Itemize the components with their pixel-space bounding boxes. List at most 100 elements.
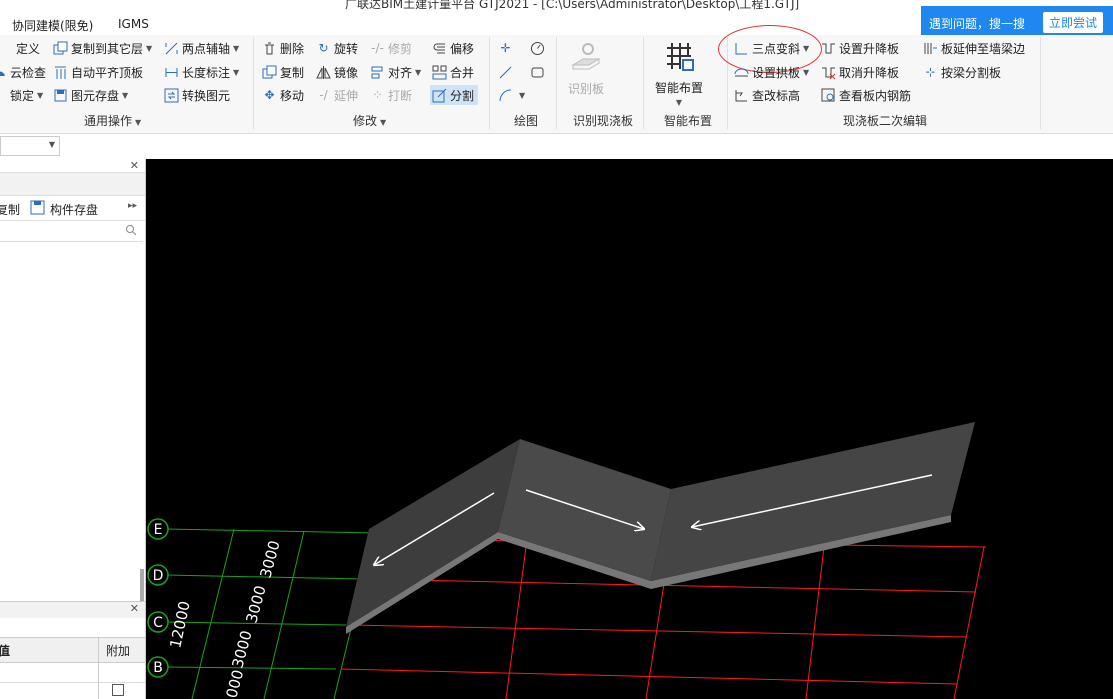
chevron-down-icon: ▼ [135, 118, 142, 127]
extend-icon: -/ [319, 88, 328, 102]
define-button[interactable]: 定义 [0, 38, 40, 58]
align-button[interactable]: 对齐 ▼ [370, 62, 421, 82]
copy-button[interactable]: 复制 [262, 62, 304, 82]
auto-flat-top-button[interactable]: 自动平齐顶板 [53, 62, 143, 82]
raise-icon [821, 41, 836, 56]
mirror-button[interactable]: 镜像 [316, 62, 358, 82]
lock-icon [0, 88, 7, 103]
split-by-beam-button[interactable]: ⊹ 按梁分割板 [923, 62, 1001, 82]
split-button[interactable]: 分割 [430, 85, 479, 105]
draw-line-button[interactable] [498, 62, 516, 82]
chevron-down-icon: ▼ [233, 67, 240, 77]
trim-button[interactable]: -/- 修剪 [370, 38, 412, 58]
elevation-icon [734, 88, 749, 103]
chevron-down-icon: ▼ [675, 98, 683, 107]
point-icon: ✛ [500, 41, 511, 55]
group-label-draw: 绘图 [514, 114, 539, 128]
lock-button[interactable]: 锁定 ▼ [0, 85, 43, 105]
move-icon: ✥ [264, 88, 275, 102]
cancel-raise-button[interactable]: 取消升降板 [821, 62, 899, 82]
extra-column-header: 附加 [106, 644, 131, 658]
sloped-slab [346, 422, 975, 634]
drawing-canvas[interactable]: E D C B 3000 3000 3000 000 12000 [146, 159, 1113, 699]
extend-to-wall-button[interactable]: 板延伸至墙梁边 [923, 38, 1025, 58]
convert-element-button[interactable]: 转换图元 [164, 85, 230, 105]
trash-icon [262, 41, 277, 56]
delete-button[interactable]: 删除 [262, 38, 304, 58]
split-icon [432, 88, 447, 103]
group-separator [1040, 37, 1041, 129]
menu-item-igms[interactable]: IGMS [118, 17, 149, 31]
draw-arc-button[interactable]: ▼ [498, 85, 525, 105]
copy-floor-icon [53, 41, 68, 56]
try-now-button[interactable]: 立即尝试 [1043, 12, 1104, 33]
edit-elevation-button[interactable]: 查改标高 [734, 85, 800, 105]
draw-point-button[interactable]: ✛ [498, 38, 516, 58]
dim-label: 12000 [166, 599, 194, 649]
component-toolbar: 复制 构件存盘 ▸▸ [0, 196, 145, 221]
extend-wall-icon [923, 41, 938, 56]
merge-icon [432, 65, 447, 80]
set-arch-button[interactable]: 设置拱板 ▼ [734, 62, 809, 82]
cloud-check-button[interactable]: ☁云检查 [0, 62, 46, 82]
copy-icon [262, 65, 277, 80]
dimension-labels: 3000 3000 3000 000 12000 [166, 538, 283, 699]
copy-component-button[interactable]: 复制 [0, 201, 20, 218]
svg-text:D: D [153, 568, 164, 584]
view-rebar-button[interactable]: 查看板内钢筋 [821, 85, 911, 105]
break-icon: ⁘ [372, 88, 383, 102]
value-column-header: 值 [0, 644, 11, 658]
component-save-icon [30, 200, 45, 218]
close-icon[interactable]: ✕ [130, 602, 139, 615]
rectangle-icon [530, 65, 545, 80]
extra-checkbox[interactable] [112, 684, 124, 696]
element-save-button[interactable]: 图元存盘 ▼ [53, 85, 128, 105]
axis-marker-d: D [147, 564, 169, 586]
rebar-view-icon [821, 88, 836, 103]
set-raise-button[interactable]: 设置升降板 [821, 38, 899, 58]
drawing-viewport[interactable]: E D C B 3000 3000 3000 000 12000 [146, 159, 1113, 699]
chevron-down-icon: ▼ [146, 43, 153, 53]
group-label-general[interactable]: 通用操作 ▼ [84, 112, 141, 129]
axis-marker-c: C [147, 611, 169, 633]
draw-rotate-point-button[interactable] [530, 38, 548, 58]
save-icon [53, 88, 68, 103]
component-save-button[interactable]: 构件存盘 [50, 201, 98, 218]
svg-text:E: E [154, 522, 163, 538]
rotate-button[interactable]: ↻ 旋转 [316, 38, 358, 58]
ribbon: 定义 ☁云检查 锁定▼ 复制到其它层▼ 自动平齐顶板 图元存盘▼ 两点辅轴▼ 长… [0, 25, 1113, 134]
panel-header [0, 172, 145, 196]
extend-button[interactable]: -/延伸 [316, 85, 358, 105]
dim-label: 3000 [242, 583, 269, 625]
arc-icon [498, 88, 513, 103]
offset-button[interactable]: 偏移 [432, 38, 474, 58]
search-icon [125, 224, 137, 239]
break-button[interactable]: ⁘ 打断 [370, 85, 412, 105]
cancel-raise-icon [821, 65, 836, 80]
smart-layout-button[interactable]: 智能布置 ▼ [652, 40, 706, 107]
svg-text:C: C [153, 615, 163, 631]
chevron-down-icon: ▼ [803, 67, 810, 77]
copy-other-floor-button[interactable]: 复制到其它层 ▼ [53, 38, 152, 58]
trim-icon: -/- [371, 41, 384, 55]
group-separator [253, 37, 254, 129]
close-icon[interactable]: ✕ [130, 159, 139, 172]
arch-icon [734, 65, 749, 80]
draw-rect-button[interactable] [530, 62, 548, 82]
chevron-down-icon: ▼ [48, 140, 55, 149]
offset-icon [432, 41, 447, 56]
length-dim-button[interactable]: 长度标注 ▼ [164, 62, 239, 82]
move-button[interactable]: ✥ 移动 [262, 85, 304, 105]
rotate-icon: ↻ [318, 41, 329, 55]
two-point-axis-button[interactable]: 两点辅轴 ▼ [164, 38, 239, 58]
define-icon [0, 41, 13, 56]
menu-item-collab[interactable]: 协同建模(限免) [12, 17, 93, 34]
more-icon[interactable]: ▸▸ [128, 201, 137, 211]
merge-button[interactable]: 合并 [432, 62, 474, 82]
chevron-down-icon: ▼ [122, 90, 129, 100]
floor-select[interactable]: ▼ [0, 136, 60, 156]
chevron-down-icon: ▼ [519, 90, 526, 100]
recognize-slab-button[interactable]: 识别板 [566, 41, 606, 97]
component-search-input[interactable] [0, 221, 143, 242]
svg-text:B: B [153, 660, 163, 676]
